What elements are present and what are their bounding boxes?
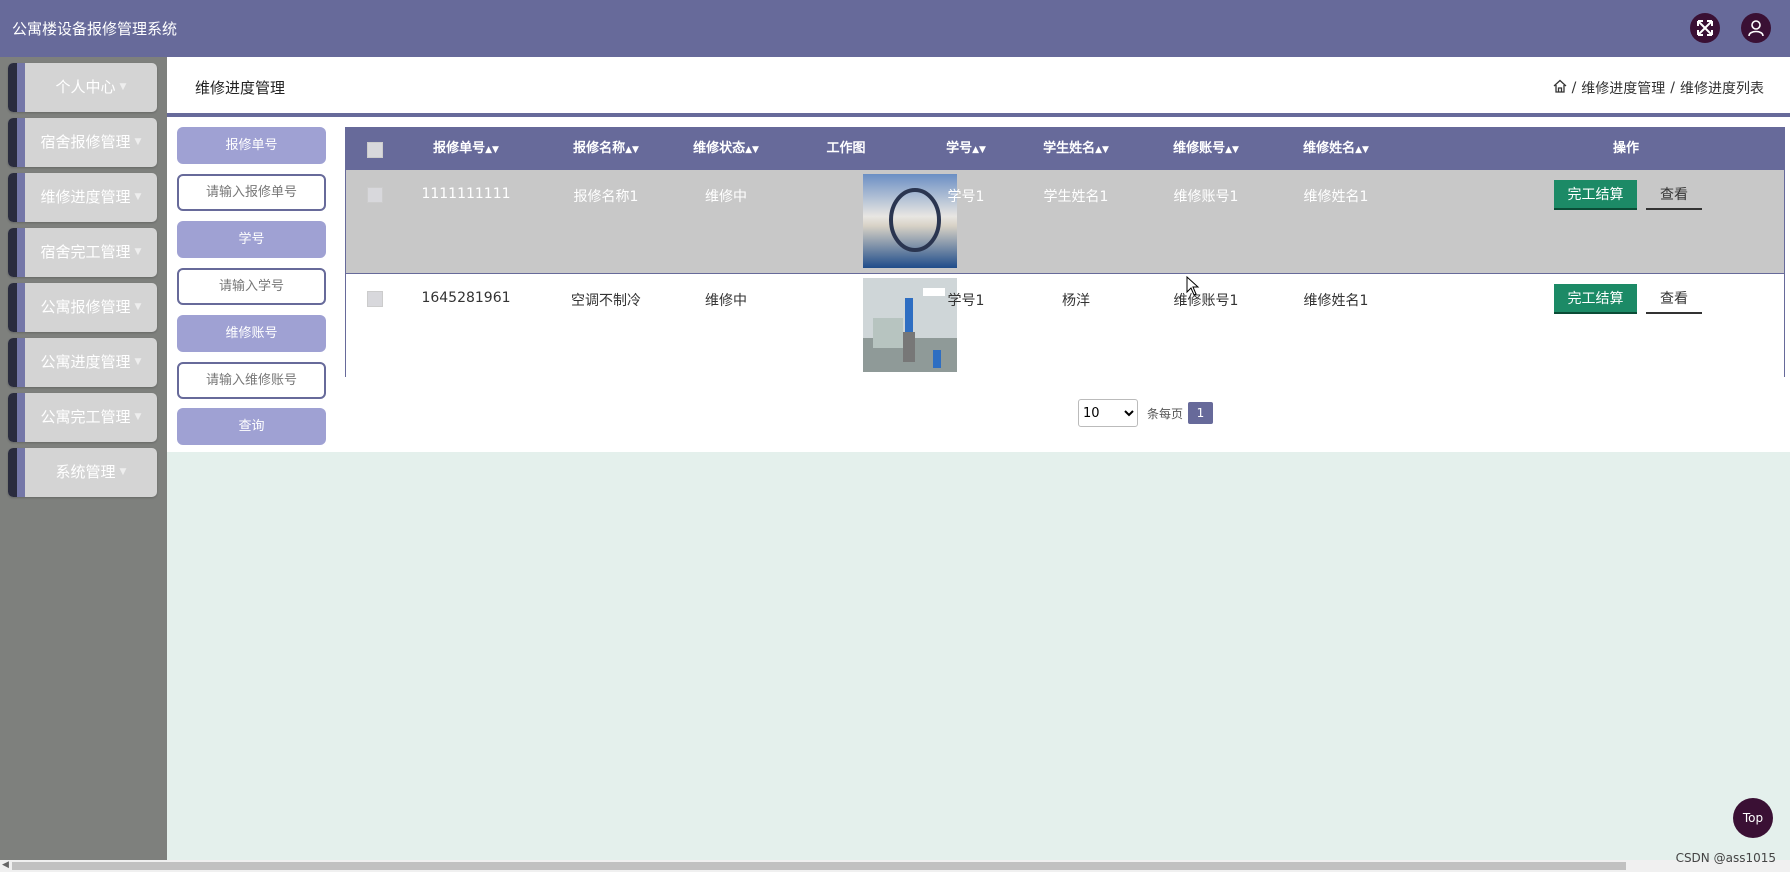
query-button[interactable]: 查询 [177,408,326,445]
repair-account-label: 维修账号 [177,315,326,352]
cell-repair-account: 维修账号1 [1173,189,1239,205]
student-no-label: 学号 [177,221,326,258]
watermark: CSDN @ass1015 [1675,851,1776,865]
column-header: 操作 [1612,141,1639,156]
table-header: 报修单号▲▼ 报修名称▲▼ 维修状态▲▼ 工作图 学号▲▼ 学生姓名▲▼ 维修账… [346,128,1784,170]
caret-down-icon: ▼ [119,467,127,477]
horizontal-scrollbar[interactable]: ◀ [0,860,1790,872]
caret-down-icon: ▼ [134,412,142,422]
cell-status: 维修中 [705,189,747,205]
cell-student-no: 学号1 [947,189,985,205]
column-header[interactable]: 报修单号▲▼ [406,128,526,170]
row-checkbox[interactable] [367,291,383,307]
cell-repair-account: 维修账号1 [1173,293,1239,309]
sidebar-item-label: 宿舍完工管理 [40,243,131,261]
caret-down-icon: ▼ [134,192,142,202]
finish-settlement-button[interactable]: 完工结算 [1554,180,1637,210]
student-no-input[interactable] [177,268,326,305]
cell-student-name: 学生姓名1 [1043,189,1109,205]
caret-down-icon: ▼ [134,357,142,367]
sort-icon: ▲▼ [625,145,639,155]
sidebar-item-personal-center[interactable]: 个人中心 ▼ [8,63,157,112]
scrollbar-thumb[interactable] [12,862,1626,870]
cell-repair-name: 维修姓名1 [1303,293,1369,309]
caret-down-icon: ▼ [134,302,142,312]
cell-status: 维修中 [705,293,747,309]
sort-icon: ▲▼ [1225,145,1239,155]
sort-icon: ▲▼ [1355,145,1369,155]
breadcrumb-item: 维修进度列表 [1680,81,1764,97]
sidebar-item-apartment-repair[interactable]: 公寓报修管理 ▼ [8,283,157,332]
cell-repair-name: 维修姓名1 [1303,189,1369,205]
sidebar-item-dorm-repair[interactable]: 宿舍报修管理 ▼ [8,118,157,167]
fullscreen-icon[interactable] [1690,13,1720,43]
cell-order-no: 1111111111 [421,186,511,202]
cell-order-no: 1645281961 [421,290,511,306]
finish-settlement-button[interactable]: 完工结算 [1554,284,1637,314]
breadcrumb-separator: / [1670,80,1675,96]
column-header[interactable]: 维修状态▲▼ [676,128,776,170]
column-header[interactable]: 学生姓名▲▼ [1016,128,1136,170]
sidebar-item-label: 系统管理 [55,463,116,481]
sidebar-item-label: 维修进度管理 [40,188,131,206]
mouse-cursor-icon [1186,276,1200,296]
cell-student-no: 学号1 [947,293,985,309]
cell-student-name: 杨洋 [1062,293,1090,309]
row-checkbox[interactable] [367,187,383,203]
per-page-label: 条每页 [1147,407,1184,421]
scroll-left-icon[interactable]: ◀ [2,860,9,870]
page-size-select[interactable]: 10 [1078,399,1138,427]
sidebar-item-system[interactable]: 系统管理 ▼ [8,448,157,497]
sidebar-item-label: 公寓进度管理 [40,353,131,371]
sort-icon: ▲▼ [745,145,759,155]
sort-icon: ▲▼ [972,145,986,155]
sidebar-item-dorm-completion[interactable]: 宿舍完工管理 ▼ [8,228,157,277]
order-no-input[interactable] [177,174,326,211]
user-icon[interactable] [1741,13,1771,43]
breadcrumb-separator: / [1571,80,1577,96]
top-bar: 公寓楼设备报修管理系统 [0,0,1790,57]
column-header[interactable]: 维修账号▲▼ [1146,128,1266,170]
view-button[interactable]: 查看 [1646,284,1702,314]
sidebar: 个人中心 ▼ 宿舍报修管理 ▼ 维修进度管理 ▼ 宿舍完工管理 ▼ 公寓报修管理 ▼ 公寓… [0,57,167,860]
sidebar-item-label: 宿舍报修管理 [40,133,131,151]
repair-account-input[interactable] [177,362,326,399]
column-header[interactable]: 维修姓名▲▼ [1276,128,1396,170]
column-header[interactable]: 报修名称▲▼ [536,128,676,170]
back-to-top-button[interactable]: Top [1733,798,1773,838]
caret-down-icon: ▼ [134,137,142,147]
page-header: 维修进度管理 / 维修进度管理 / 维修进度列表 [167,57,1790,117]
content-area: 报修单号 学号 维修账号 查询 报修单号▲▼ 报修名称▲▼ 维修状态▲▼ 工作图… [167,117,1790,452]
cell-name: 报修名称1 [573,189,639,205]
caret-down-icon: ▼ [119,82,127,92]
select-all-checkbox[interactable] [367,142,383,158]
sort-icon: ▲▼ [1095,145,1109,155]
caret-down-icon: ▼ [134,247,142,257]
breadcrumb-item[interactable]: 维修进度管理 [1581,78,1665,98]
table-row[interactable]: 1111111111 报修名称1 维修中 学号1 学生姓名1 维修账号1 维修姓… [346,170,1784,274]
page-title: 维修进度管理 [195,79,286,97]
home-icon[interactable] [1553,79,1567,97]
sort-icon: ▲▼ [485,145,499,155]
app-title: 公寓楼设备报修管理系统 [12,20,178,38]
sidebar-item-apartment-progress[interactable]: 公寓进度管理 ▼ [8,338,157,387]
column-header: 工作图 [826,141,866,156]
view-button[interactable]: 查看 [1646,180,1702,210]
sidebar-item-label: 公寓完工管理 [40,408,131,426]
data-table: 报修单号▲▼ 报修名称▲▼ 维修状态▲▼ 工作图 学号▲▼ 学生姓名▲▼ 维修账… [345,127,1785,377]
cell-name: 空调不制冷 [571,293,641,309]
column-header[interactable]: 学号▲▼ [926,128,1006,170]
sidebar-item-label: 公寓报修管理 [40,298,131,316]
table-row[interactable]: 1645281961 空调不制冷 维修中 学号1 杨洋 维修账号1 维修姓名1 … [346,274,1784,377]
sidebar-item-apartment-completion[interactable]: 公寓完工管理 ▼ [8,393,157,442]
sidebar-item-label: 个人中心 [55,78,116,96]
order-no-label: 报修单号 [177,127,326,164]
sidebar-item-repair-progress[interactable]: 维修进度管理 ▼ [8,173,157,222]
breadcrumb: / 维修进度管理 / 维修进度列表 [1553,78,1764,98]
page-number-button[interactable]: 1 [1188,402,1213,424]
